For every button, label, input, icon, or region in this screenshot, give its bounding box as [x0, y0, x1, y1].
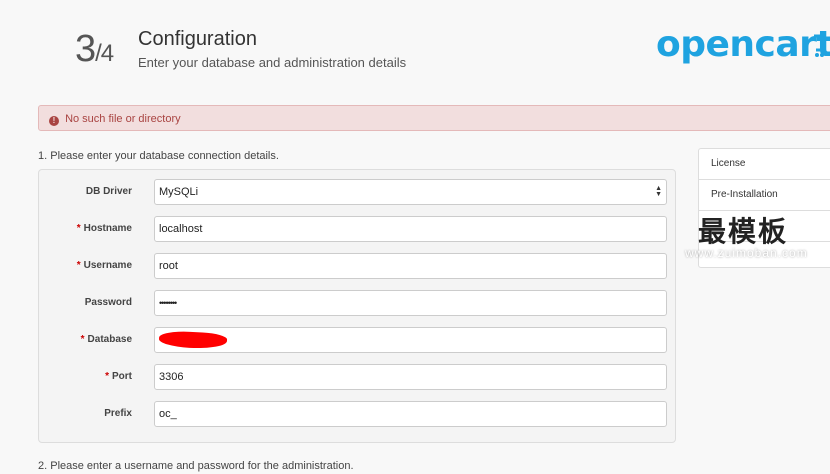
prefix-input[interactable]: oc_ [154, 401, 667, 427]
page-subtitle: Enter your database and administration d… [138, 55, 407, 70]
port-label: * Port [105, 371, 132, 382]
db-driver-row: DB Driver MySQLi ▲ ▼ [39, 179, 677, 205]
redaction-mark [158, 330, 228, 350]
step-indicator: 3/4 [75, 28, 114, 71]
menu-item-pre-installation[interactable]: Pre-Installation [699, 180, 830, 211]
opencart-logo: opencart [656, 24, 830, 65]
database-label: * Database [80, 334, 132, 345]
db-driver-value: MySQLi [159, 186, 199, 198]
required-mark: * [105, 371, 109, 382]
page-title: Configuration [138, 28, 257, 50]
database-row: * Database [39, 327, 677, 353]
db-driver-select[interactable]: MySQLi ▲ ▼ [154, 179, 667, 205]
username-label: * Username [76, 260, 132, 271]
watermark-url: www.zuimoban.com [685, 246, 808, 260]
hostname-row: * Hostname localhost [39, 216, 677, 242]
required-mark: * [76, 260, 81, 271]
db-section-label: 1. Please enter your database connection… [38, 150, 279, 162]
prefix-label: Prefix [104, 408, 132, 419]
required-mark: * [80, 334, 85, 345]
watermark-text: 最模板 [698, 216, 789, 247]
username-input[interactable]: root [154, 253, 667, 279]
db-form-panel: DB Driver MySQLi ▲ ▼ * Hostname localhost … [38, 169, 676, 443]
database-input[interactable] [154, 327, 667, 353]
menu-item-license[interactable]: License [699, 149, 830, 180]
username-row: * Username root [39, 253, 677, 279]
port-row: * Port 3306 [39, 364, 677, 390]
password-label: Password [84, 297, 132, 308]
step-total: /4 [95, 40, 114, 67]
cart-logo-icon [814, 34, 824, 57]
error-alert: ! No such file or directory [38, 105, 830, 131]
admin-section-label: 2. Please enter a username and password … [38, 460, 354, 472]
exclamation-circle-icon: ! [49, 116, 59, 126]
password-input[interactable]: •••••••• [154, 290, 667, 316]
alert-message: No such file or directory [65, 113, 181, 125]
db-driver-label: DB Driver [85, 186, 132, 197]
hostname-input[interactable]: localhost [154, 216, 667, 242]
hostname-label: * Hostname [76, 223, 132, 234]
step-number: 3 [75, 28, 96, 70]
select-arrows-icon: ▲ ▼ [655, 185, 662, 198]
prefix-row: Prefix oc_ [39, 401, 677, 427]
port-input[interactable]: 3306 [154, 364, 667, 390]
required-mark: * [76, 223, 81, 234]
password-row: Password •••••••• [39, 290, 677, 316]
